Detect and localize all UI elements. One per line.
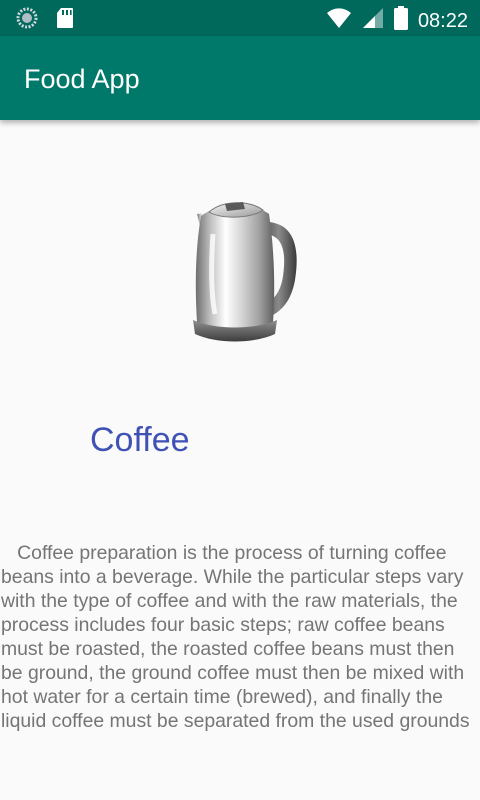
status-left-icons — [16, 7, 74, 34]
data-saver-icon — [16, 7, 38, 34]
status-bar: 08:22 — [0, 0, 480, 36]
food-description: Coffee preparation is the process of tur… — [1, 542, 470, 732]
food-title: Coffee — [90, 421, 190, 459]
status-right-icons: 08:22 — [326, 6, 468, 35]
wifi-icon — [326, 7, 352, 34]
signal-icon — [362, 7, 384, 34]
kettle-icon — [183, 194, 303, 344]
status-time: 08:22 — [417, 9, 468, 32]
app-bar: Food App — [0, 36, 480, 120]
sd-card-icon — [56, 7, 74, 34]
food-detail-content: Coffee Coffee preparation is the process… — [0, 120, 480, 800]
app-title: Food App — [24, 64, 140, 94]
battery-icon — [393, 6, 408, 35]
